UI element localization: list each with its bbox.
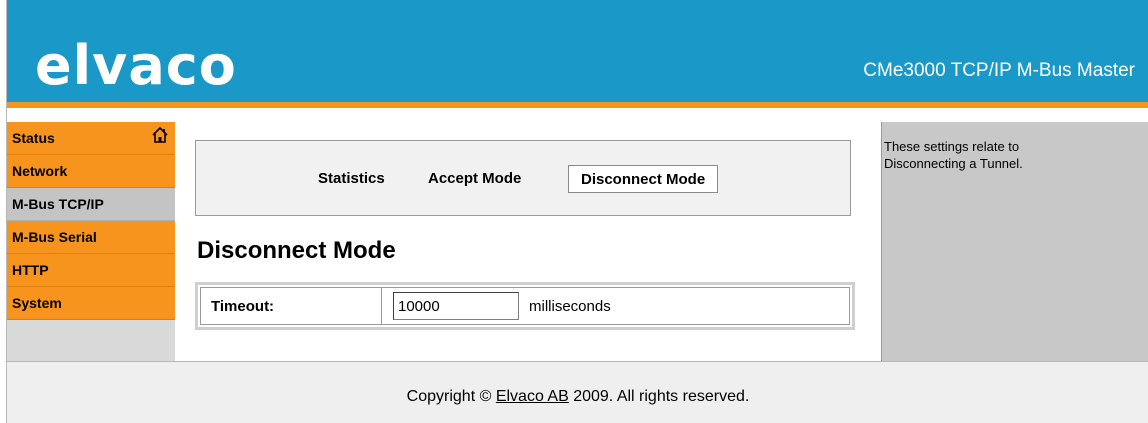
- sidebar-item-status[interactable]: Status: [7, 122, 175, 155]
- timeout-label: Timeout:: [211, 298, 275, 315]
- sidebar-item-network[interactable]: Network: [7, 155, 175, 188]
- footer: Copyright © Elvaco AB 2009. All rights r…: [7, 361, 1148, 423]
- main-content: Statistics Accept Mode Disconnect Mode D…: [175, 122, 881, 361]
- sidebar-item-label: Status: [12, 130, 55, 146]
- header-bar: elvaco CMe3000 TCP/IP M-Bus Master: [7, 0, 1148, 102]
- sidebar-item-label: M-Bus TCP/IP: [12, 196, 104, 212]
- product-title: CMe3000 TCP/IP M-Bus Master: [863, 60, 1135, 81]
- help-panel: These settings relate to Disconnecting a…: [881, 122, 1148, 361]
- tab-statistics[interactable]: Statistics: [318, 165, 385, 193]
- header-spacer: [7, 108, 1148, 122]
- sidebar-item-system[interactable]: System: [7, 287, 175, 320]
- timeout-unit: milliseconds: [529, 298, 611, 315]
- settings-table: Timeout: milliseconds: [195, 282, 855, 330]
- tab-accept-mode[interactable]: Accept Mode: [428, 165, 521, 193]
- page: elvaco CMe3000 TCP/IP M-Bus Master Statu…: [6, 0, 1148, 423]
- sidebar-item-mbus-tcpip[interactable]: M-Bus TCP/IP: [7, 188, 175, 221]
- help-text: These settings relate to Disconnecting a…: [884, 139, 1023, 171]
- elvaco-link[interactable]: Elvaco AB: [496, 388, 569, 405]
- tab-bar: Statistics Accept Mode Disconnect Mode: [195, 140, 851, 216]
- copyright-suffix: 2009. All rights reserved.: [568, 388, 750, 405]
- cell-divider: [381, 288, 382, 324]
- tab-disconnect-mode[interactable]: Disconnect Mode: [568, 165, 719, 193]
- sidebar-item-label: M-Bus Serial: [12, 229, 97, 245]
- sidebar-item-label: HTTP: [12, 262, 49, 278]
- sidebar-item-http[interactable]: HTTP: [7, 254, 175, 287]
- elvaco-logo: elvaco: [35, 34, 237, 97]
- section-title: Disconnect Mode: [197, 237, 396, 264]
- home-icon[interactable]: [151, 126, 169, 144]
- sidebar-item-mbus-serial[interactable]: M-Bus Serial: [7, 221, 175, 254]
- copyright-prefix: Copyright ©: [406, 388, 496, 405]
- timeout-input[interactable]: [393, 292, 519, 320]
- sidebar-nav: Status Network M-Bus TCP/IP M-Bus Serial…: [7, 122, 175, 361]
- sidebar-item-label: Network: [12, 163, 68, 179]
- sidebar-item-label: System: [12, 295, 62, 311]
- settings-row: Timeout: milliseconds: [200, 287, 850, 325]
- copyright-text: Copyright © Elvaco AB 2009. All rights r…: [7, 387, 1148, 407]
